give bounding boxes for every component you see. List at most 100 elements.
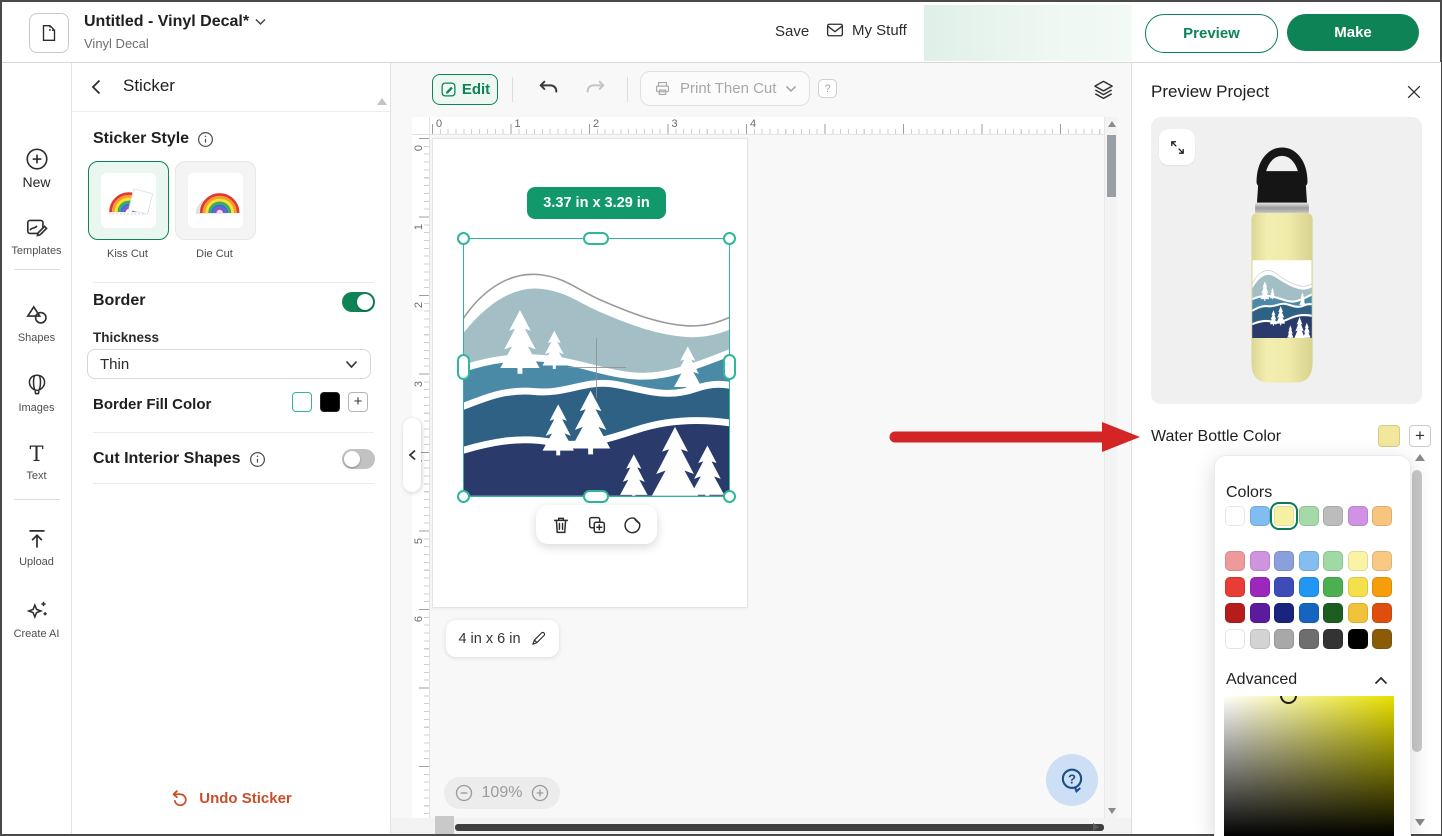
- document-menu-button[interactable]: [29, 13, 69, 53]
- chevron-up-icon[interactable]: [1372, 672, 1390, 690]
- help-button[interactable]: ?: [1046, 754, 1098, 806]
- close-icon[interactable]: [1404, 82, 1424, 102]
- resize-handle-nw[interactable]: [457, 232, 470, 245]
- panel-scrollbar-thumb[interactable]: [1412, 470, 1422, 752]
- scroll-up-arrow[interactable]: [1108, 121, 1116, 127]
- color-swatch[interactable]: [1225, 629, 1245, 649]
- layers-icon[interactable]: [1092, 78, 1115, 101]
- color-swatch[interactable]: [1250, 603, 1270, 623]
- sidebar-item-upload[interactable]: Upload: [2, 526, 71, 568]
- color-swatch[interactable]: [1348, 506, 1368, 526]
- resize-handle-s[interactable]: [583, 490, 609, 503]
- scroll-right-arrow[interactable]: [1093, 823, 1099, 831]
- color-swatch[interactable]: [1299, 603, 1319, 623]
- color-swatch[interactable]: [1250, 629, 1270, 649]
- panel-scroll-up-arrow[interactable]: [1415, 454, 1425, 461]
- color-swatch[interactable]: [1299, 577, 1319, 597]
- color-swatch[interactable]: [1299, 506, 1319, 526]
- mode-help-button[interactable]: ?: [818, 79, 837, 98]
- color-swatch[interactable]: [1274, 603, 1294, 623]
- duplicate-icon[interactable]: [586, 514, 608, 536]
- color-swatch[interactable]: [1225, 506, 1245, 526]
- color-swatch[interactable]: [1323, 603, 1343, 623]
- cut-mode-dropdown[interactable]: Print Then Cut: [640, 71, 810, 106]
- color-swatch[interactable]: [1274, 629, 1294, 649]
- scroll-down-arrow[interactable]: [1108, 808, 1116, 814]
- color-swatch[interactable]: [1250, 506, 1270, 526]
- document-title[interactable]: Untitled - Vinyl Decal*: [84, 13, 266, 31]
- color-swatch[interactable]: [1299, 551, 1319, 571]
- resize-handle-se[interactable]: [723, 490, 736, 503]
- gradient-selector-dot[interactable]: [1280, 696, 1297, 704]
- kiss-cut-option[interactable]: [88, 161, 169, 240]
- scrollbar-thumb[interactable]: [455, 824, 1104, 831]
- color-swatch[interactable]: [1274, 506, 1294, 526]
- scrollbar-thumb[interactable]: [1107, 135, 1116, 197]
- fill-color-swatch[interactable]: [320, 392, 340, 412]
- color-swatch[interactable]: [1225, 603, 1245, 623]
- mat-size-button[interactable]: 4 in x 6 in: [446, 620, 559, 657]
- collapse-panel-tab[interactable]: [403, 418, 421, 492]
- color-swatch[interactable]: [1323, 629, 1343, 649]
- back-button[interactable]: [87, 77, 107, 97]
- color-swatch[interactable]: [1372, 577, 1392, 597]
- my-stuff-button[interactable]: My Stuff: [825, 21, 907, 39]
- color-swatch[interactable]: [1225, 551, 1245, 571]
- delete-icon[interactable]: [550, 514, 572, 536]
- color-swatch[interactable]: [1348, 629, 1368, 649]
- add-fill-color-button[interactable]: +: [348, 392, 368, 412]
- sidebar-item-templates[interactable]: Templates: [2, 215, 71, 257]
- info-icon[interactable]: [197, 131, 214, 148]
- sidebar-item-shapes[interactable]: Shapes: [2, 302, 71, 344]
- color-swatch[interactable]: [1348, 603, 1368, 623]
- canvas-horizontal-scrollbar[interactable]: [390, 818, 1131, 834]
- redo-icon[interactable]: [583, 77, 608, 102]
- color-swatch[interactable]: [1372, 506, 1392, 526]
- current-bottle-color-swatch[interactable]: [1378, 425, 1400, 447]
- color-swatch[interactable]: [1274, 577, 1294, 597]
- color-swatch[interactable]: [1323, 551, 1343, 571]
- resize-handle-ne[interactable]: [723, 232, 736, 245]
- zoom-out-button[interactable]: [454, 783, 474, 803]
- color-swatch[interactable]: [1323, 506, 1343, 526]
- color-swatch[interactable]: [1372, 551, 1392, 571]
- undo-icon[interactable]: [536, 77, 561, 102]
- color-swatch[interactable]: [1225, 577, 1245, 597]
- border-toggle[interactable]: [342, 292, 375, 312]
- die-cut-option[interactable]: [175, 161, 256, 240]
- advanced-gradient-picker[interactable]: [1224, 696, 1394, 836]
- edit-mode-button[interactable]: Edit: [432, 74, 498, 105]
- thickness-dropdown[interactable]: Thin: [87, 349, 371, 379]
- sidebar-item-new[interactable]: New: [2, 146, 71, 190]
- resize-handle-e[interactable]: [723, 354, 736, 380]
- color-swatch[interactable]: [1274, 551, 1294, 571]
- expand-icon[interactable]: [1159, 129, 1195, 165]
- sidebar-item-text[interactable]: T Text: [2, 442, 71, 482]
- panel-scroll-up-arrow[interactable]: [377, 98, 387, 105]
- color-swatch[interactable]: [1348, 577, 1368, 597]
- zoom-in-button[interactable]: [530, 783, 550, 803]
- color-swatch[interactable]: [1323, 577, 1343, 597]
- color-swatch[interactable]: [1372, 629, 1392, 649]
- sidebar-item-create-ai[interactable]: Create AI: [2, 598, 71, 640]
- color-swatch[interactable]: [1250, 577, 1270, 597]
- color-swatch[interactable]: [1250, 551, 1270, 571]
- preview-button[interactable]: Preview: [1145, 14, 1278, 53]
- make-button[interactable]: Make: [1287, 14, 1419, 51]
- resize-handle-w[interactable]: [457, 354, 470, 380]
- undo-sticker-button[interactable]: Undo Sticker: [71, 788, 390, 809]
- panel-scroll-down-arrow[interactable]: [1415, 819, 1425, 826]
- sticker-peel-icon[interactable]: [621, 514, 643, 536]
- color-swatch[interactable]: [1299, 629, 1319, 649]
- color-swatch[interactable]: [1348, 551, 1368, 571]
- color-swatch[interactable]: [1372, 603, 1392, 623]
- resize-handle-n[interactable]: [583, 232, 609, 245]
- save-button[interactable]: Save: [775, 23, 809, 40]
- cut-interior-toggle[interactable]: [342, 449, 375, 469]
- fill-color-swatch[interactable]: [292, 392, 312, 412]
- canvas-vertical-scrollbar[interactable]: [1104, 117, 1117, 818]
- sidebar-item-images[interactable]: Images: [2, 372, 71, 414]
- add-bottle-color-button[interactable]: +: [1409, 425, 1431, 447]
- info-icon[interactable]: [249, 451, 266, 468]
- resize-handle-sw[interactable]: [457, 490, 470, 503]
